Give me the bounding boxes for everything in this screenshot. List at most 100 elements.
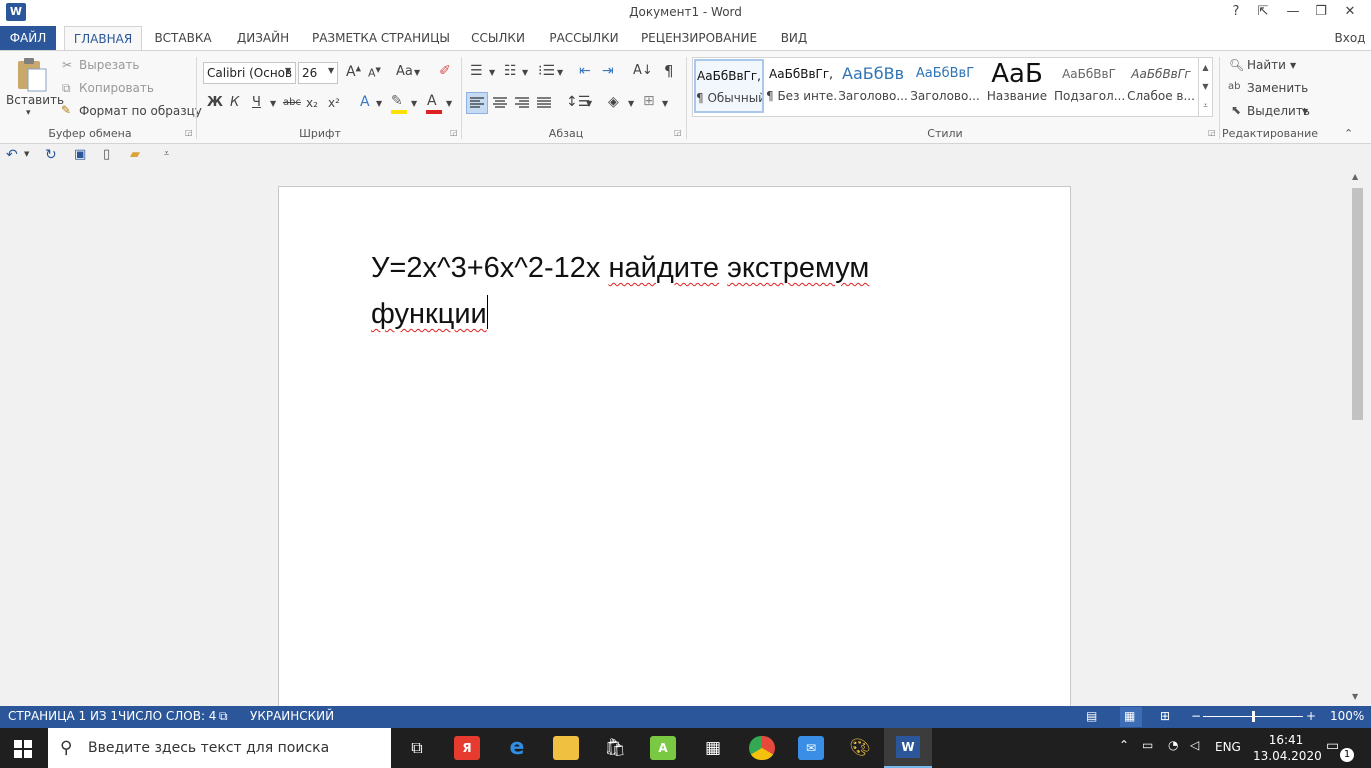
select-icon[interactable]: ⬉	[1231, 103, 1241, 117]
sort-icon[interactable]: A↓	[633, 63, 653, 78]
chevron-down-icon[interactable]: ▼	[411, 99, 417, 108]
language-tray[interactable]: ENG	[1215, 740, 1241, 754]
copy-icon[interactable]: ⧉	[62, 81, 71, 96]
help-icon[interactable]: ?	[1221, 0, 1251, 26]
tab-page-layout[interactable]: РАЗМЕТКА СТРАНИЦЫ	[310, 26, 452, 50]
file-explorer-icon[interactable]	[553, 736, 579, 760]
tab-design[interactable]: ДИЗАЙН	[228, 26, 298, 50]
change-case-button[interactable]: Aa	[396, 64, 413, 79]
tab-references[interactable]: ССЫЛКИ	[466, 26, 530, 50]
superscript-button[interactable]: x²	[328, 96, 340, 110]
scroll-down-icon[interactable]: ▼	[1352, 692, 1358, 701]
redo-icon[interactable]: ↻	[45, 147, 57, 163]
print-layout-button[interactable]: ▦	[1120, 707, 1142, 727]
align-right-icon[interactable]	[512, 93, 532, 113]
taskbar-search-input[interactable]: ⚲ Введите здесь текст для поиска	[48, 728, 391, 768]
ribbon-display-options-icon[interactable]: ⇱	[1248, 0, 1278, 26]
styles-launcher-icon[interactable]: ◲	[1208, 128, 1216, 137]
italic-button[interactable]: К	[230, 95, 239, 110]
style-heading-1[interactable]: АаБбВв Заголово...	[838, 59, 908, 113]
text-effects-icon[interactable]: A	[360, 94, 370, 110]
font-name-combo[interactable]: Calibri (Основ	[203, 62, 296, 84]
numbering-icon[interactable]: ☷	[504, 63, 517, 79]
shrink-font-icon[interactable]: A▼	[368, 66, 381, 80]
green-app-icon[interactable]: A	[650, 736, 676, 760]
vertical-scrollbar[interactable]: ▲ ▼	[1350, 170, 1365, 706]
chevron-down-icon[interactable]: ▼	[270, 99, 276, 108]
style-subtle-emphasis[interactable]: АаБбВвГг Слабое в...	[1126, 59, 1196, 113]
zoom-in-icon[interactable]: +	[1306, 709, 1316, 723]
chevron-down-icon[interactable]: ▼	[446, 99, 452, 108]
edge-browser-icon[interactable]: e	[504, 736, 530, 760]
chevron-down-icon[interactable]: ▼	[522, 68, 528, 77]
clear-formatting-icon[interactable]: ✐	[439, 63, 451, 79]
chevron-down-icon[interactable]: ▼	[557, 68, 563, 77]
replace-icon[interactable]: ab	[1228, 81, 1240, 92]
scroll-thumb[interactable]	[1352, 188, 1363, 420]
minimize-button[interactable]: —	[1278, 0, 1308, 26]
windows-start-icon[interactable]	[14, 740, 32, 761]
clock-date[interactable]: 13.04.2020	[1253, 749, 1322, 763]
style-normal[interactable]: АаБбВвГг, ¶ Обычный	[694, 59, 764, 113]
borders-icon[interactable]: ⊞	[643, 93, 655, 109]
bullets-icon[interactable]: ☰	[470, 63, 483, 79]
multilevel-list-icon[interactable]: ⁝☰	[538, 63, 555, 79]
font-launcher-icon[interactable]: ◲	[450, 128, 458, 137]
document-body[interactable]: У=2х^3+6х^2-12х найдите экстремум функци…	[371, 245, 1011, 337]
show-marks-icon[interactable]: ¶	[664, 62, 674, 80]
zoom-slider-thumb[interactable]	[1252, 711, 1255, 722]
store-icon[interactable]: 🛍︎	[602, 736, 628, 760]
copy-button[interactable]: Копировать	[79, 81, 154, 95]
battery-icon[interactable]: ▭	[1142, 738, 1153, 752]
select-button[interactable]: Выделить	[1247, 104, 1310, 118]
zoom-out-icon[interactable]: −	[1191, 709, 1201, 723]
chevron-down-icon[interactable]: ▼	[414, 68, 420, 77]
grow-font-icon[interactable]: A▲	[346, 64, 361, 80]
task-view-icon[interactable]: ⧉	[404, 736, 430, 760]
chevron-down-icon[interactable]: ▼	[328, 66, 334, 75]
paint-icon[interactable]: 🎨︎	[847, 736, 873, 760]
align-left-button[interactable]	[466, 92, 488, 114]
yandex-browser-icon[interactable]: Я	[454, 736, 480, 760]
justify-icon[interactable]	[534, 93, 554, 113]
chrome-icon[interactable]	[749, 736, 775, 760]
find-icon[interactable]: 🔍︎	[1229, 58, 1244, 72]
paste-button[interactable]: Вставить	[6, 93, 64, 107]
paste-dropdown-icon[interactable]: ▾	[26, 108, 31, 118]
paste-icon[interactable]	[14, 55, 50, 95]
tab-mailings[interactable]: РАССЫЛКИ	[544, 26, 624, 50]
read-mode-icon[interactable]: ▤	[1086, 709, 1097, 723]
style-heading-2[interactable]: АаБбВвГ Заголово...	[910, 59, 980, 113]
subscript-button[interactable]: x₂	[306, 96, 318, 110]
calculator-icon[interactable]: ▦	[700, 736, 726, 760]
tab-insert[interactable]: ВСТАВКА	[150, 26, 216, 50]
zoom-slider[interactable]	[1203, 711, 1303, 722]
save-icon[interactable]: ▣	[74, 147, 86, 162]
notifications-icon[interactable]: ▭	[1326, 738, 1339, 754]
chevron-down-icon[interactable]: ▼	[628, 99, 634, 108]
replace-button[interactable]: Заменить	[1247, 81, 1308, 95]
open-folder-icon[interactable]: ▰	[130, 147, 140, 162]
customize-qat-icon[interactable]: ⩡	[164, 149, 169, 159]
word-taskbar-button[interactable]: W	[884, 728, 932, 768]
word-count[interactable]: ЧИСЛО СЛОВ: 4	[118, 709, 216, 723]
tab-view[interactable]: ВИД	[772, 26, 816, 50]
tab-review[interactable]: РЕЦЕНЗИРОВАНИЕ	[638, 26, 760, 50]
strikethrough-button[interactable]: abc	[283, 97, 301, 108]
document-page[interactable]: У=2х^3+6х^2-12х найдите экстремум функци…	[278, 186, 1071, 706]
proofing-icon[interactable]: ⧉	[219, 709, 228, 724]
show-hidden-icons[interactable]: ⌃	[1119, 738, 1129, 752]
bold-button[interactable]: Ж	[207, 95, 223, 110]
chevron-down-icon[interactable]: ▼	[376, 99, 382, 108]
increase-indent-icon[interactable]: ⇥	[602, 63, 614, 79]
format-painter-icon[interactable]: ✎	[61, 103, 71, 117]
chevron-down-icon[interactable]: ▼	[662, 99, 668, 108]
tab-file[interactable]: ФАЙЛ	[0, 26, 56, 50]
paragraph-launcher-icon[interactable]: ◲	[674, 128, 682, 137]
font-color-icon[interactable]: A	[427, 93, 437, 109]
underline-button[interactable]: Ч	[252, 95, 261, 110]
find-button[interactable]: Найти	[1247, 58, 1286, 72]
chevron-down-icon[interactable]: ▼	[489, 68, 495, 77]
format-painter-button[interactable]: Формат по образцу	[79, 104, 202, 118]
align-center-icon[interactable]	[490, 93, 510, 113]
